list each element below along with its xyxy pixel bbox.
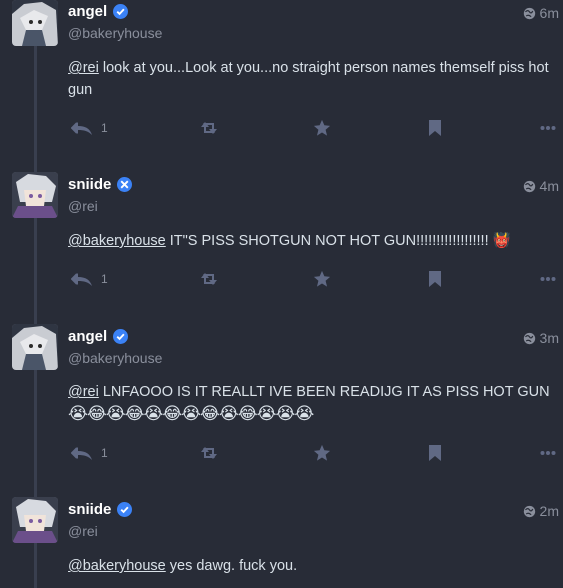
globe-icon	[523, 505, 536, 521]
timestamp[interactable]: 6m	[523, 5, 559, 23]
mention-link[interactable]: @rei	[68, 384, 99, 400]
account-handle[interactable]: @bakeryhouse	[68, 350, 162, 366]
status-text: LNFAOOO IS IT REALLT IVE BEEN READIJG IT…	[98, 384, 550, 400]
display-name[interactable]: sniide	[68, 501, 133, 521]
more-button[interactable]	[540, 116, 556, 140]
globe-icon	[523, 332, 536, 348]
bookmark-icon	[428, 119, 442, 137]
boost-button[interactable]	[199, 441, 219, 465]
display-name[interactable]: angel	[68, 328, 129, 348]
display-name-text[interactable]: angel	[68, 3, 107, 20]
reply-count: 1	[101, 272, 108, 286]
bookmark-button[interactable]	[428, 267, 442, 291]
boost-icon	[199, 445, 219, 461]
bookmark-icon	[428, 444, 442, 462]
mention-link[interactable]: @bakeryhouse	[68, 558, 166, 574]
timestamp-text: 3m	[539, 330, 559, 346]
action-bar: 1	[68, 267, 563, 291]
display-name[interactable]: sniide	[68, 176, 133, 196]
avatar-image	[12, 172, 58, 218]
display-name-text[interactable]: sniide	[68, 176, 111, 193]
avatar-image	[12, 324, 58, 370]
account-handle[interactable]: @rei	[68, 523, 98, 539]
avatar[interactable]	[12, 497, 58, 543]
reply-button[interactable]: 1	[71, 441, 108, 465]
favourite-button[interactable]	[313, 116, 331, 140]
reply-all-icon	[71, 120, 93, 136]
favourite-button[interactable]	[313, 267, 331, 291]
mention-link[interactable]: @bakeryhouse	[68, 233, 166, 249]
more-button[interactable]	[540, 441, 556, 465]
account-handle[interactable]: @rei	[68, 198, 98, 214]
more-button[interactable]	[540, 267, 556, 291]
star-icon	[313, 444, 331, 462]
verified-badge-icon	[117, 502, 133, 521]
mention-link[interactable]: @rei	[68, 60, 99, 76]
emoji-row: 😭😂😭😂😭😂😭😂😭😂😭😭😭	[68, 404, 314, 423]
avatar-image	[12, 497, 58, 543]
verified-badge-icon	[113, 4, 129, 23]
avatar[interactable]	[12, 0, 58, 46]
status-content: @rei LNFAOOO IS IT REALLT IVE BEEN READI…	[68, 381, 553, 426]
globe-icon	[523, 180, 536, 196]
verified-badge-icon	[117, 177, 133, 196]
status-text: IT"S PISS SHOTGUN NOT HOT GUN!!!!!!!!!!!…	[165, 233, 489, 249]
status-content: @rei look at you...Look at you...no stra…	[68, 57, 553, 101]
avatar-image	[12, 0, 58, 46]
status-text: look at you...Look at you...no straight …	[68, 60, 549, 98]
status-content: @bakeryhouse IT"S PISS SHOTGUN NOT HOT G…	[68, 230, 553, 252]
avatar[interactable]	[12, 172, 58, 218]
emoji: 👹	[492, 233, 511, 249]
more-icon	[540, 125, 556, 131]
status-content: @bakeryhouse yes dawg. fuck you.	[68, 555, 553, 577]
reply-button[interactable]: 1	[71, 267, 108, 291]
display-name-text[interactable]: angel	[68, 328, 107, 345]
boost-button[interactable]	[199, 116, 219, 140]
display-name-text[interactable]: sniide	[68, 501, 111, 518]
timestamp[interactable]: 3m	[523, 330, 559, 348]
bookmark-button[interactable]	[428, 116, 442, 140]
reply-all-icon	[71, 445, 93, 461]
timestamp[interactable]: 4m	[523, 178, 559, 196]
avatar[interactable]	[12, 324, 58, 370]
favourite-button[interactable]	[313, 441, 331, 465]
globe-icon	[523, 7, 536, 23]
star-icon	[313, 119, 331, 137]
action-bar: 1	[68, 116, 563, 140]
boost-button[interactable]	[199, 267, 219, 291]
reply-count: 1	[101, 446, 108, 460]
reply-count: 1	[101, 121, 108, 135]
boost-icon	[199, 120, 219, 136]
reply-all-icon	[71, 271, 93, 287]
bookmark-button[interactable]	[428, 441, 442, 465]
action-bar: 1	[68, 441, 563, 465]
more-icon	[540, 276, 556, 282]
verified-badge-icon	[113, 329, 129, 348]
account-handle[interactable]: @bakeryhouse	[68, 25, 162, 41]
status-text: yes dawg. fuck you.	[165, 558, 298, 574]
timestamp[interactable]: 2m	[523, 503, 559, 521]
bookmark-icon	[428, 270, 442, 288]
reply-button[interactable]: 1	[71, 116, 108, 140]
boost-icon	[199, 271, 219, 287]
display-name[interactable]: angel	[68, 3, 129, 23]
more-icon	[540, 450, 556, 456]
timestamp-text: 6m	[539, 5, 559, 21]
timestamp-text: 2m	[539, 503, 559, 519]
star-icon	[313, 270, 331, 288]
timestamp-text: 4m	[539, 178, 559, 194]
